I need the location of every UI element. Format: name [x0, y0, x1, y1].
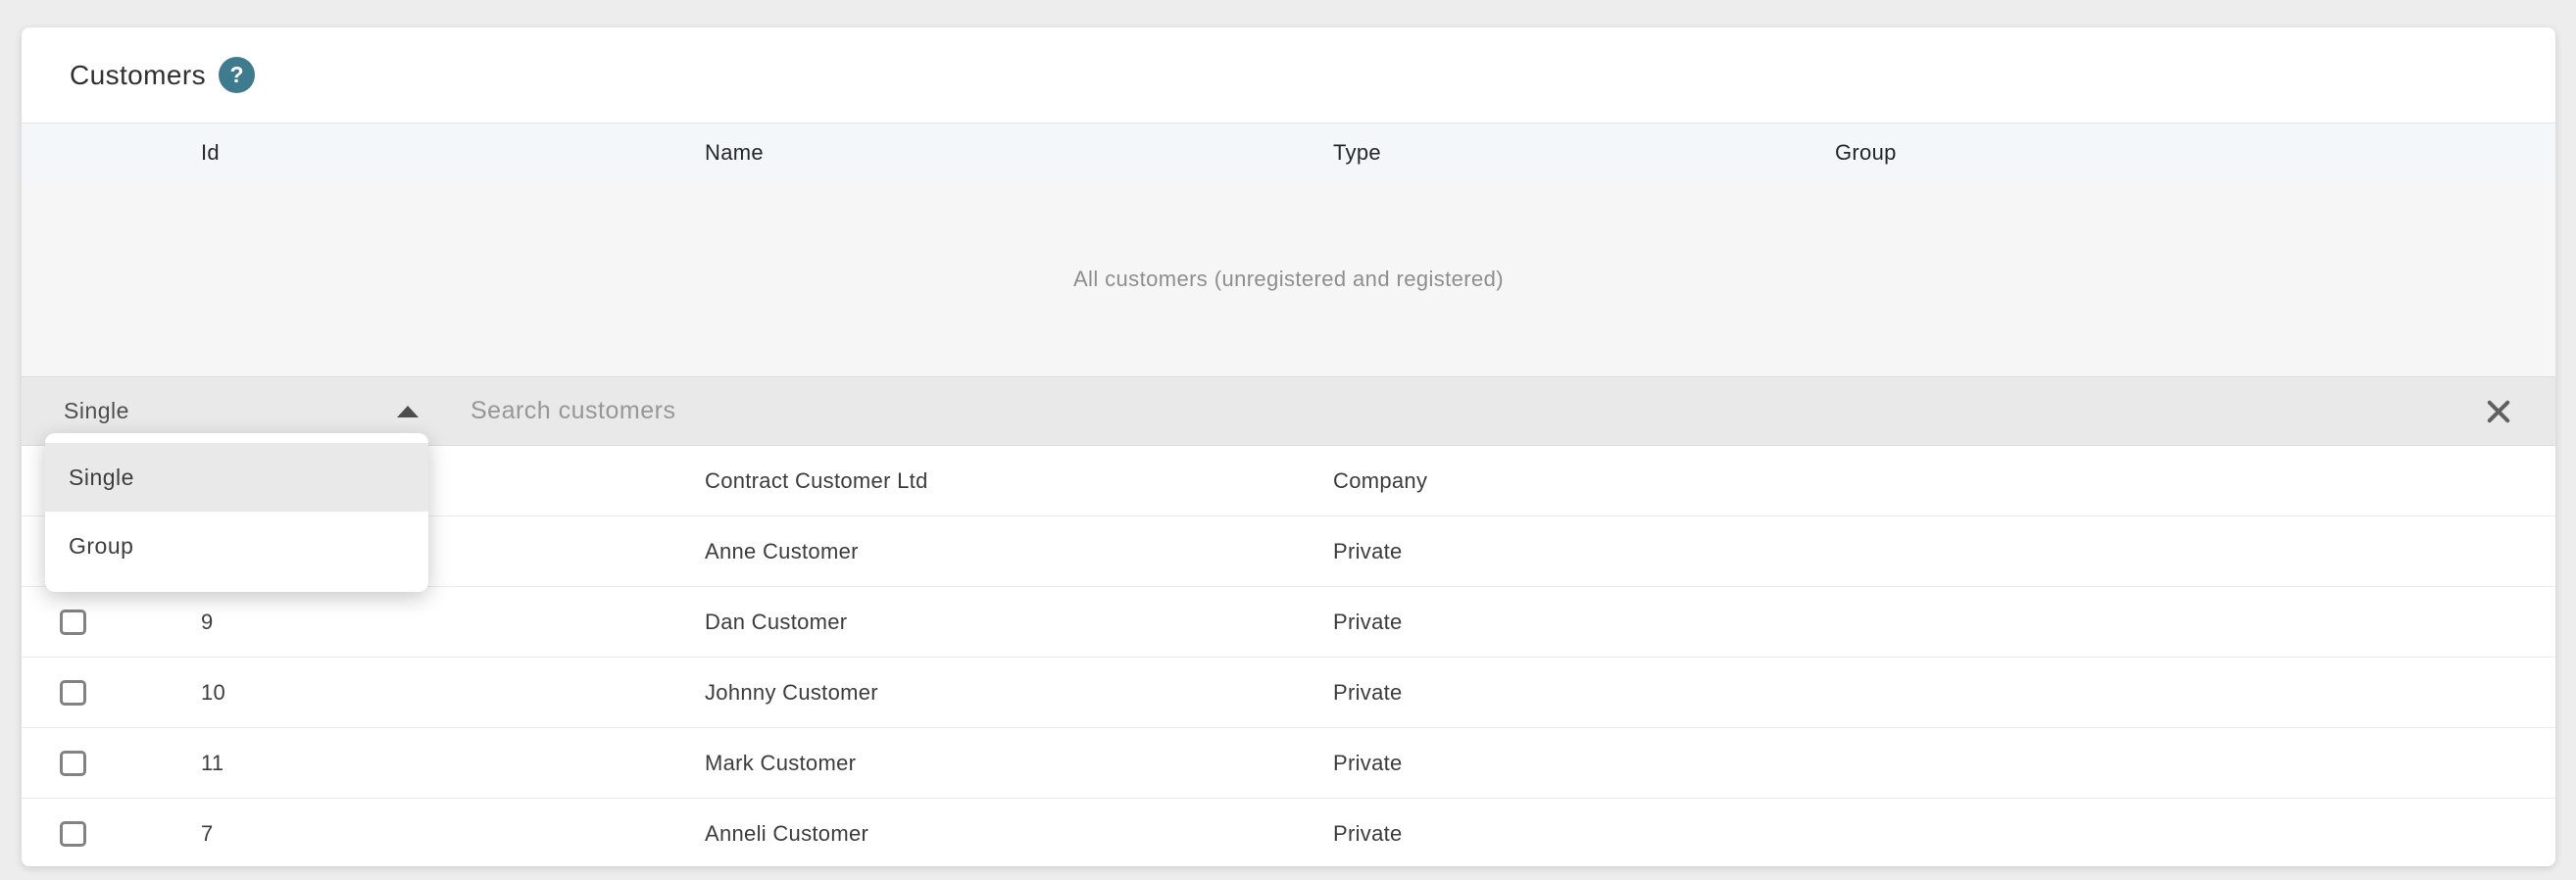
cell-name: Contract Customer Ltd [705, 467, 928, 493]
row-checkbox[interactable] [60, 609, 86, 635]
column-header-id: Id [201, 140, 220, 165]
search-input[interactable] [471, 397, 2483, 425]
row-checkbox[interactable] [60, 750, 86, 776]
page-title: Customers [70, 59, 206, 90]
cell-id: 9 [201, 609, 214, 634]
cell-id: 7 [201, 820, 214, 846]
empty-state-zone: All customers (unregistered and register… [22, 182, 2555, 376]
table-row: 7 Anneli Customer Private [22, 799, 2555, 866]
customers-card: Customers ? Id Name Type Group All custo… [22, 27, 2555, 866]
empty-state-text: All customers (unregistered and register… [1072, 267, 1505, 291]
table-row: 11 Mark Customer Private [22, 728, 2555, 799]
cell-type: Private [1333, 679, 1403, 705]
cell-type: Private [1333, 538, 1403, 563]
cell-id: 11 [201, 750, 224, 775]
cell-type: Private [1333, 820, 1403, 846]
title-bar: Customers ? [22, 27, 2555, 122]
cell-name: Anneli Customer [705, 820, 869, 846]
table-row: 9 Dan Customer Private [22, 587, 2555, 658]
column-header-type: Type [1333, 140, 1381, 165]
caret-up-icon [397, 405, 419, 417]
table-header-row: Id Name Type Group [22, 122, 2555, 182]
dropdown-option-single[interactable]: Single [45, 443, 428, 512]
cell-type: Private [1333, 609, 1403, 634]
cell-name: Anne Customer [705, 538, 859, 563]
row-checkbox[interactable] [60, 820, 86, 847]
customer-type-select-value: Single [64, 398, 129, 423]
column-header-name: Name [705, 140, 764, 165]
cell-type: Private [1333, 750, 1403, 775]
type-select-dropdown-menu: Single Group [45, 433, 428, 592]
cell-type: Company [1333, 467, 1428, 493]
cell-name: Dan Customer [705, 609, 848, 634]
dropdown-option-group[interactable]: Group [45, 512, 428, 580]
clear-search-icon[interactable] [2483, 396, 2514, 427]
customer-type-select[interactable]: Single [64, 398, 419, 424]
cell-name: Johnny Customer [705, 679, 878, 705]
cell-name: Mark Customer [705, 750, 857, 775]
help-icon[interactable]: ? [218, 57, 255, 93]
table-row: 10 Johnny Customer Private [22, 658, 2555, 728]
row-checkbox[interactable] [60, 679, 86, 706]
column-header-group: Group [1835, 140, 1897, 165]
cell-id: 10 [201, 679, 226, 705]
